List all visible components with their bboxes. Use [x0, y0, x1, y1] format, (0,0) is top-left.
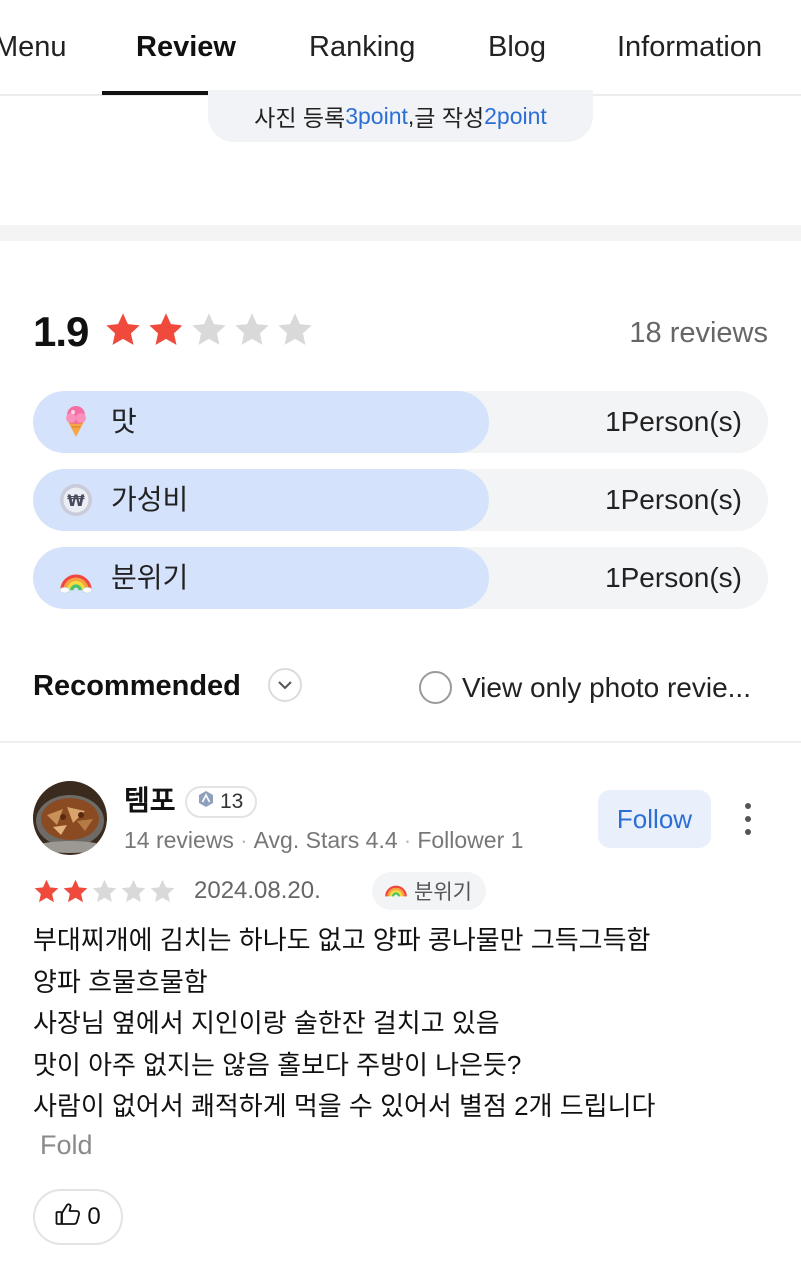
star-icon	[149, 313, 183, 345]
ice-cream-icon	[59, 405, 93, 439]
follow-button[interactable]: Follow	[598, 790, 711, 848]
separator-dot: ·	[239, 827, 248, 853]
section-divider	[0, 225, 801, 241]
breakdown-label: 분위기	[111, 562, 189, 593]
user-review-count: 14 reviews	[124, 827, 234, 853]
star-icon	[235, 313, 269, 345]
breakdown-label: 맛	[111, 406, 137, 437]
review-tag-label: 분위기	[414, 881, 472, 904]
star-icon	[106, 313, 140, 345]
rainbow-icon	[59, 561, 93, 595]
list-divider	[0, 741, 801, 743]
user-level-badge: 13	[185, 786, 258, 818]
star-icon	[92, 879, 117, 903]
points-notice: 사진 등록 3point , 글 작성 2point	[208, 90, 593, 142]
review-line: 맛이 아주 없지는 않음 홀보다 주방이 나은듯?	[33, 1049, 522, 1080]
average-rating-stars	[104, 311, 314, 349]
star-icon	[63, 879, 88, 903]
breakdown-row-atmosphere[interactable]: 분위기 1Person(s)	[33, 547, 768, 609]
user-meta: 14 reviews · Avg. Stars 4.4 · Follower 1	[124, 826, 523, 854]
breakdown-row-taste[interactable]: 맛 1Person(s)	[33, 391, 768, 453]
review-stars	[33, 878, 176, 905]
thumbs-up-icon	[55, 1202, 81, 1233]
user-avg-stars: Avg. Stars 4.4	[253, 827, 398, 853]
reviews-count: 18 reviews	[629, 317, 768, 349]
more-options-icon[interactable]	[738, 799, 758, 839]
like-button[interactable]: 0	[33, 1189, 123, 1245]
review-line: 사장님 옆에서 지인이랑 술한잔 걸치고 있음	[33, 1008, 500, 1038]
write-points-prefix: 글 작성	[414, 105, 485, 131]
photo-points-prefix: 사진 등록	[254, 105, 346, 131]
tab-blog[interactable]: Blog	[488, 30, 546, 64]
sort-dropdown[interactable]: Recommended	[33, 668, 241, 704]
breakdown-count: 1Person(s)	[605, 484, 742, 515]
review-line: 양파 흐물흐물함	[33, 966, 208, 997]
star-icon	[278, 313, 312, 345]
breakdown-label: 가성비	[111, 484, 189, 515]
tab-ranking[interactable]: Ranking	[309, 30, 415, 64]
breakdown-bar-fill	[33, 391, 489, 453]
photo-only-label[interactable]: View only photo revie...	[462, 670, 751, 706]
photo-points-value: 3point	[345, 102, 408, 129]
review-tag: 분위기	[372, 872, 486, 910]
review-line: 사람이 없어서 쾌적하게 먹을 수 있어서 별점 2개 드립니다	[33, 1091, 656, 1121]
breakdown-count: 1Person(s)	[605, 562, 742, 593]
user-followers: Follower 1	[417, 827, 524, 853]
photo-only-radio[interactable]	[419, 671, 452, 704]
review-date: 2024.08.20.	[194, 877, 321, 904]
chevron-down-icon[interactable]	[268, 668, 302, 702]
tab-menu[interactable]: Menu	[0, 30, 67, 64]
review-body: 부대찌개에 김치는 하나도 없고 양파 콩나물만 그득그득함 양파 흐물흐물함 …	[33, 920, 773, 1128]
svg-text:₩: ₩	[67, 491, 85, 510]
star-icon	[150, 879, 175, 903]
user-name[interactable]: 템포	[124, 784, 176, 818]
star-icon	[192, 313, 226, 345]
breakdown-count: 1Person(s)	[605, 406, 742, 437]
level-icon	[197, 790, 215, 814]
user-level: 13	[220, 790, 244, 813]
breakdown-row-value[interactable]: ₩ 가성비 1Person(s)	[33, 469, 768, 531]
like-count: 0	[87, 1203, 101, 1230]
won-coin-icon: ₩	[59, 483, 93, 517]
breakdown-bar-fill	[33, 547, 489, 609]
review-line: 부대찌개에 김치는 하나도 없고 양파 콩나물만 그득그득함	[33, 925, 651, 955]
tab-review[interactable]: Review	[136, 30, 236, 64]
write-points-value: 2point	[484, 102, 547, 129]
rainbow-icon	[384, 877, 408, 905]
star-icon	[121, 879, 146, 903]
separator-dot: ·	[403, 827, 412, 853]
fold-link[interactable]: Fold	[40, 1127, 93, 1163]
average-rating: 1.9	[33, 308, 89, 355]
tab-bar: Menu Review Ranking Blog Information	[0, 0, 801, 96]
avatar[interactable]	[33, 781, 107, 855]
breakdown-bar-fill	[33, 469, 489, 531]
star-icon	[34, 879, 59, 903]
tab-information[interactable]: Information	[617, 30, 762, 64]
